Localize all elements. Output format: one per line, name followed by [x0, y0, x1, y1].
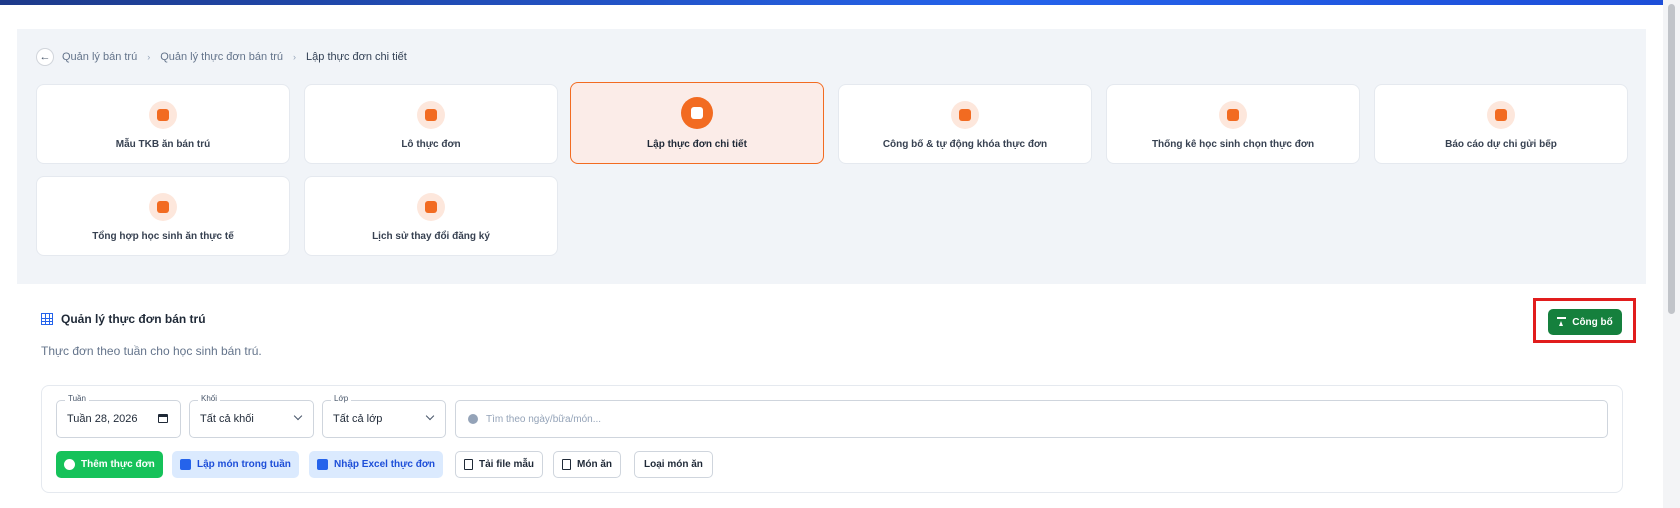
- dish-icon: [562, 459, 571, 470]
- history-icon: [417, 193, 445, 221]
- section-title-text: Quản lý thực đơn bán trú: [61, 312, 206, 326]
- card-label: Thống kê học sinh chọn thực đơn: [1151, 139, 1315, 150]
- stats-icon: [1219, 101, 1247, 129]
- page-scrollbar[interactable]: [1663, 0, 1680, 508]
- add-menu-button[interactable]: Thêm thực đơn: [56, 451, 163, 478]
- card-detailed-menu[interactable]: Lập thực đơn chi tiết: [570, 82, 824, 164]
- card-kitchen-report[interactable]: Báo cáo dự chi gửi bếp: [1374, 84, 1628, 164]
- file-download-icon: [464, 459, 473, 470]
- calendar-icon: [180, 459, 191, 470]
- calendar-icon: [149, 101, 177, 129]
- card-label: Công bố & tự động khóa thực đơn: [882, 139, 1048, 150]
- week-legend: Tuần: [65, 394, 89, 403]
- card-label: Mẫu TKB ăn bán trú: [115, 139, 211, 150]
- download-template-button[interactable]: Tải file mẫu: [455, 451, 544, 478]
- plus-circle-icon: [64, 459, 75, 470]
- card-publish-lock[interactable]: Công bố & tự động khóa thực đơn: [838, 84, 1092, 164]
- table-grid-icon: [41, 313, 53, 325]
- card-label: Báo cáo dự chi gửi bếp: [1445, 139, 1557, 150]
- dish-types-label: Loại món ăn: [644, 459, 703, 470]
- class-select[interactable]: Lớp Tất cả lớp: [322, 394, 446, 438]
- upload-icon: [1557, 317, 1567, 327]
- grade-select[interactable]: Khối Tất cả khối: [189, 394, 314, 438]
- breadcrumb-item-current: Lập thực đơn chi tiết: [306, 51, 407, 63]
- dishes-button[interactable]: Món ăn: [553, 451, 621, 478]
- calendar-icon[interactable]: [158, 414, 168, 423]
- class-legend: Lớp: [331, 394, 352, 403]
- top-accent-bar: [0, 0, 1663, 5]
- section-title: Quản lý thực đơn bán trú: [41, 312, 206, 326]
- plan-week-label: Lập món trong tuần: [197, 459, 291, 470]
- chevron-down-icon: [293, 411, 303, 421]
- week-picker[interactable]: Tuần Tuần 28, 2026: [56, 394, 181, 438]
- add-menu-label: Thêm thực đơn: [81, 459, 155, 470]
- briefcase-icon: [149, 193, 177, 221]
- import-excel-label: Nhập Excel thực đơn: [334, 459, 436, 470]
- download-template-label: Tải file mẫu: [479, 459, 535, 470]
- search-placeholder: Tìm theo ngày/bữa/món...: [486, 413, 602, 425]
- chevron-right-icon: ›: [293, 52, 297, 62]
- dishes-label: Món ăn: [577, 459, 612, 470]
- card-student-stats[interactable]: Thống kê học sinh chọn thực đơn: [1106, 84, 1360, 164]
- import-excel-button[interactable]: Nhập Excel thực đơn: [309, 451, 444, 478]
- card-label: Lô thực đơn: [401, 139, 461, 150]
- section-description: Thực đơn theo tuần cho học sinh bán trú.: [41, 344, 262, 358]
- lock-icon: [951, 101, 979, 129]
- week-value: Tuần 28, 2026: [67, 413, 138, 425]
- chevron-down-icon: [425, 411, 435, 421]
- card-menu-template[interactable]: Mẫu TKB ăn bán trú: [36, 84, 290, 164]
- plan-week-button[interactable]: Lập món trong tuần: [172, 451, 299, 478]
- breadcrumb-item-menu-management[interactable]: Quản lý thực đơn bán trú: [160, 51, 283, 63]
- search-input[interactable]: Tìm theo ngày/bữa/món...: [455, 400, 1608, 438]
- card-label: Tổng hợp học sinh ăn thực tế: [92, 231, 234, 242]
- import-icon: [317, 459, 328, 470]
- scrollbar-thumb[interactable]: [1668, 4, 1675, 314]
- card-registration-history[interactable]: Lịch sử thay đổi đăng ký: [304, 176, 558, 256]
- box-icon: [417, 101, 445, 129]
- breadcrumb-item-boarding[interactable]: Quản lý bán trú: [62, 51, 137, 63]
- card-actual-meals[interactable]: Tổng hợp học sinh ăn thực tế: [36, 176, 290, 256]
- dish-types-button[interactable]: Loại món ăn: [634, 451, 713, 478]
- publish-button-label: Công bố: [1572, 316, 1613, 328]
- chevron-right-icon: ›: [147, 52, 151, 62]
- class-value: Tất cả lớp: [333, 413, 383, 425]
- publish-button[interactable]: Công bố: [1548, 309, 1622, 335]
- menu-edit-icon: [681, 97, 713, 129]
- report-icon: [1487, 101, 1515, 129]
- card-label: Lập thực đơn chi tiết: [647, 139, 747, 150]
- card-menu-batch[interactable]: Lô thực đơn: [304, 84, 558, 164]
- grade-value: Tất cả khối: [200, 413, 254, 425]
- grade-legend: Khối: [198, 394, 221, 403]
- card-label: Lịch sử thay đổi đăng ký: [372, 231, 490, 242]
- back-arrow-icon[interactable]: ←: [36, 48, 54, 66]
- breadcrumb: ← Quản lý bán trú › Quản lý thực đơn bán…: [36, 47, 407, 67]
- search-icon: [468, 414, 478, 424]
